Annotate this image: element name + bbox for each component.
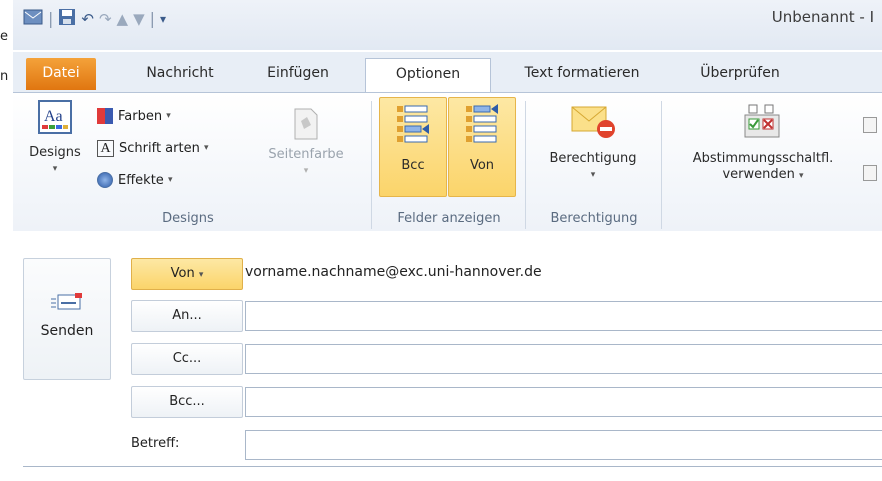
seitenfarbe-icon [294, 108, 318, 140]
sender-email: vorname.nachname@exc.uni-hannover.de [245, 264, 542, 280]
tab-optionen[interactable]: Optionen [365, 58, 491, 93]
group-separator [661, 101, 662, 229]
designs-icon: Aa [38, 100, 72, 134]
voting-ballot-icon [744, 104, 780, 138]
compose-form: Senden Von ▾ vorname.nachname@exc.uni-ha… [13, 231, 882, 481]
outlook-window: | ↶ ↷ ▲ ▼ | ▾ Unbenannt - I Datei Nachri… [13, 0, 882, 481]
berechtigung-dropdown-icon: ▾ [590, 170, 596, 180]
bcc-field-icon [397, 105, 429, 143]
edge-text-2: n [0, 69, 9, 84]
qat-separator-2: | [149, 9, 156, 28]
von-button[interactable]: Von ▾ [131, 258, 243, 290]
tab-einfuegen[interactable]: Einfügen [248, 58, 348, 90]
an-button[interactable]: An... [131, 300, 243, 332]
permission-envelope-icon [571, 106, 615, 138]
betreff-field[interactable] [245, 430, 882, 460]
seitenfarbe-label: Seitenfarbe [268, 147, 344, 162]
farben-dropdown-icon: ▾ [166, 111, 171, 121]
abstimmungsschaltflaechen-button[interactable]: Abstimmungsschaltfl. verwenden ▾ [668, 103, 858, 184]
betreff-label: Betreff: [131, 436, 180, 451]
ribbon-tabs: Datei Nachricht Einfügen Optionen Text f… [13, 52, 882, 93]
von-toggle-button[interactable]: Von [448, 97, 516, 197]
farben-icon [97, 108, 113, 124]
tab-text-formatieren[interactable]: Text formatieren [507, 58, 657, 90]
von-label: Von [170, 266, 195, 281]
cc-field[interactable] [245, 344, 882, 374]
redo-icon[interactable]: ↷ [99, 9, 112, 29]
quick-access-toolbar: | ↶ ↷ ▲ ▼ | ▾ [23, 8, 166, 30]
berechtigung-label: Berechtigung [549, 151, 637, 166]
effekte-label: Effekte [118, 172, 164, 188]
tab-nachricht[interactable]: Nachricht [125, 58, 235, 90]
effekte-icon [97, 172, 113, 188]
abstimmung-label-line1: Abstimmungsschaltfl. [692, 151, 834, 166]
bcc-toggle-button[interactable]: Bcc [379, 97, 447, 197]
farben-label: Farben [118, 108, 163, 124]
effekte-button[interactable]: Effekte ▾ [97, 169, 172, 191]
customize-qat-icon[interactable]: ▾ [160, 9, 166, 29]
edge-text-1: e [0, 29, 8, 44]
bcc-toggle-label: Bcc [401, 158, 425, 173]
seitenfarbe-button[interactable]: Seitenfarbe ▾ [256, 107, 356, 179]
schriftarten-label: Schrift arten [119, 140, 200, 156]
save-icon[interactable] [58, 8, 76, 31]
qat-separator: | [48, 9, 54, 28]
title-bar: | ↶ ↷ ▲ ▼ | ▾ Unbenannt - I [13, 0, 882, 50]
bcc-field[interactable] [245, 387, 882, 417]
ribbon: Aa Designs ▾ Farben ▾ A Schrift arten ▾ … [13, 92, 882, 232]
down-arrow-icon[interactable]: ▼ [133, 9, 145, 29]
seitenfarbe-dropdown-icon: ▾ [303, 166, 309, 176]
message-body[interactable] [23, 466, 882, 481]
berechtigung-button[interactable]: Berechtigung ▾ [531, 103, 655, 183]
effekte-dropdown-icon: ▾ [167, 175, 173, 185]
send-button[interactable]: Senden [23, 258, 111, 380]
partial-checkbox-icon-2[interactable] [863, 165, 877, 181]
berechtigung-group-label: Berechtigung [550, 211, 638, 226]
an-field[interactable] [245, 301, 882, 331]
schriftarten-icon: A [97, 139, 114, 157]
cc-button[interactable]: Cc... [131, 343, 243, 375]
designs-group-label: Designs [162, 211, 214, 226]
von-toggle-label: Von [469, 158, 495, 173]
schriftarten-button[interactable]: A Schrift arten ▾ [97, 137, 209, 159]
bcc-button[interactable]: Bcc... [131, 386, 243, 418]
tab-datei[interactable]: Datei [26, 58, 96, 90]
send-label: Senden [40, 323, 94, 339]
tab-ueberpruefen[interactable]: Überprüfen [685, 58, 795, 90]
up-arrow-icon[interactable]: ▲ [117, 9, 129, 29]
partial-checkbox-icon[interactable] [863, 117, 877, 133]
group-separator [525, 101, 526, 229]
von-dropdown-icon: ▾ [198, 270, 204, 280]
abstimmung-label-line2: verwenden ▾ [722, 167, 804, 182]
send-envelope-icon [51, 293, 82, 310]
designs-label: Designs [29, 145, 81, 160]
abstimmung-dropdown-icon: ▾ [799, 171, 804, 181]
window-title: Unbenannt - I [771, 8, 874, 26]
felder-anzeigen-group-label: Felder anzeigen [397, 211, 501, 226]
von-field-icon [466, 104, 498, 143]
outlook-logo-icon[interactable] [23, 7, 43, 32]
group-separator [371, 101, 372, 229]
designs-dropdown-icon: ▾ [52, 164, 58, 174]
farben-button[interactable]: Farben ▾ [97, 105, 171, 127]
designs-button[interactable]: Aa Designs ▾ [19, 99, 91, 177]
undo-icon[interactable]: ↶ [81, 9, 94, 29]
svg-text:Aa: Aa [44, 108, 63, 125]
schriftarten-dropdown-icon: ▾ [203, 143, 209, 153]
